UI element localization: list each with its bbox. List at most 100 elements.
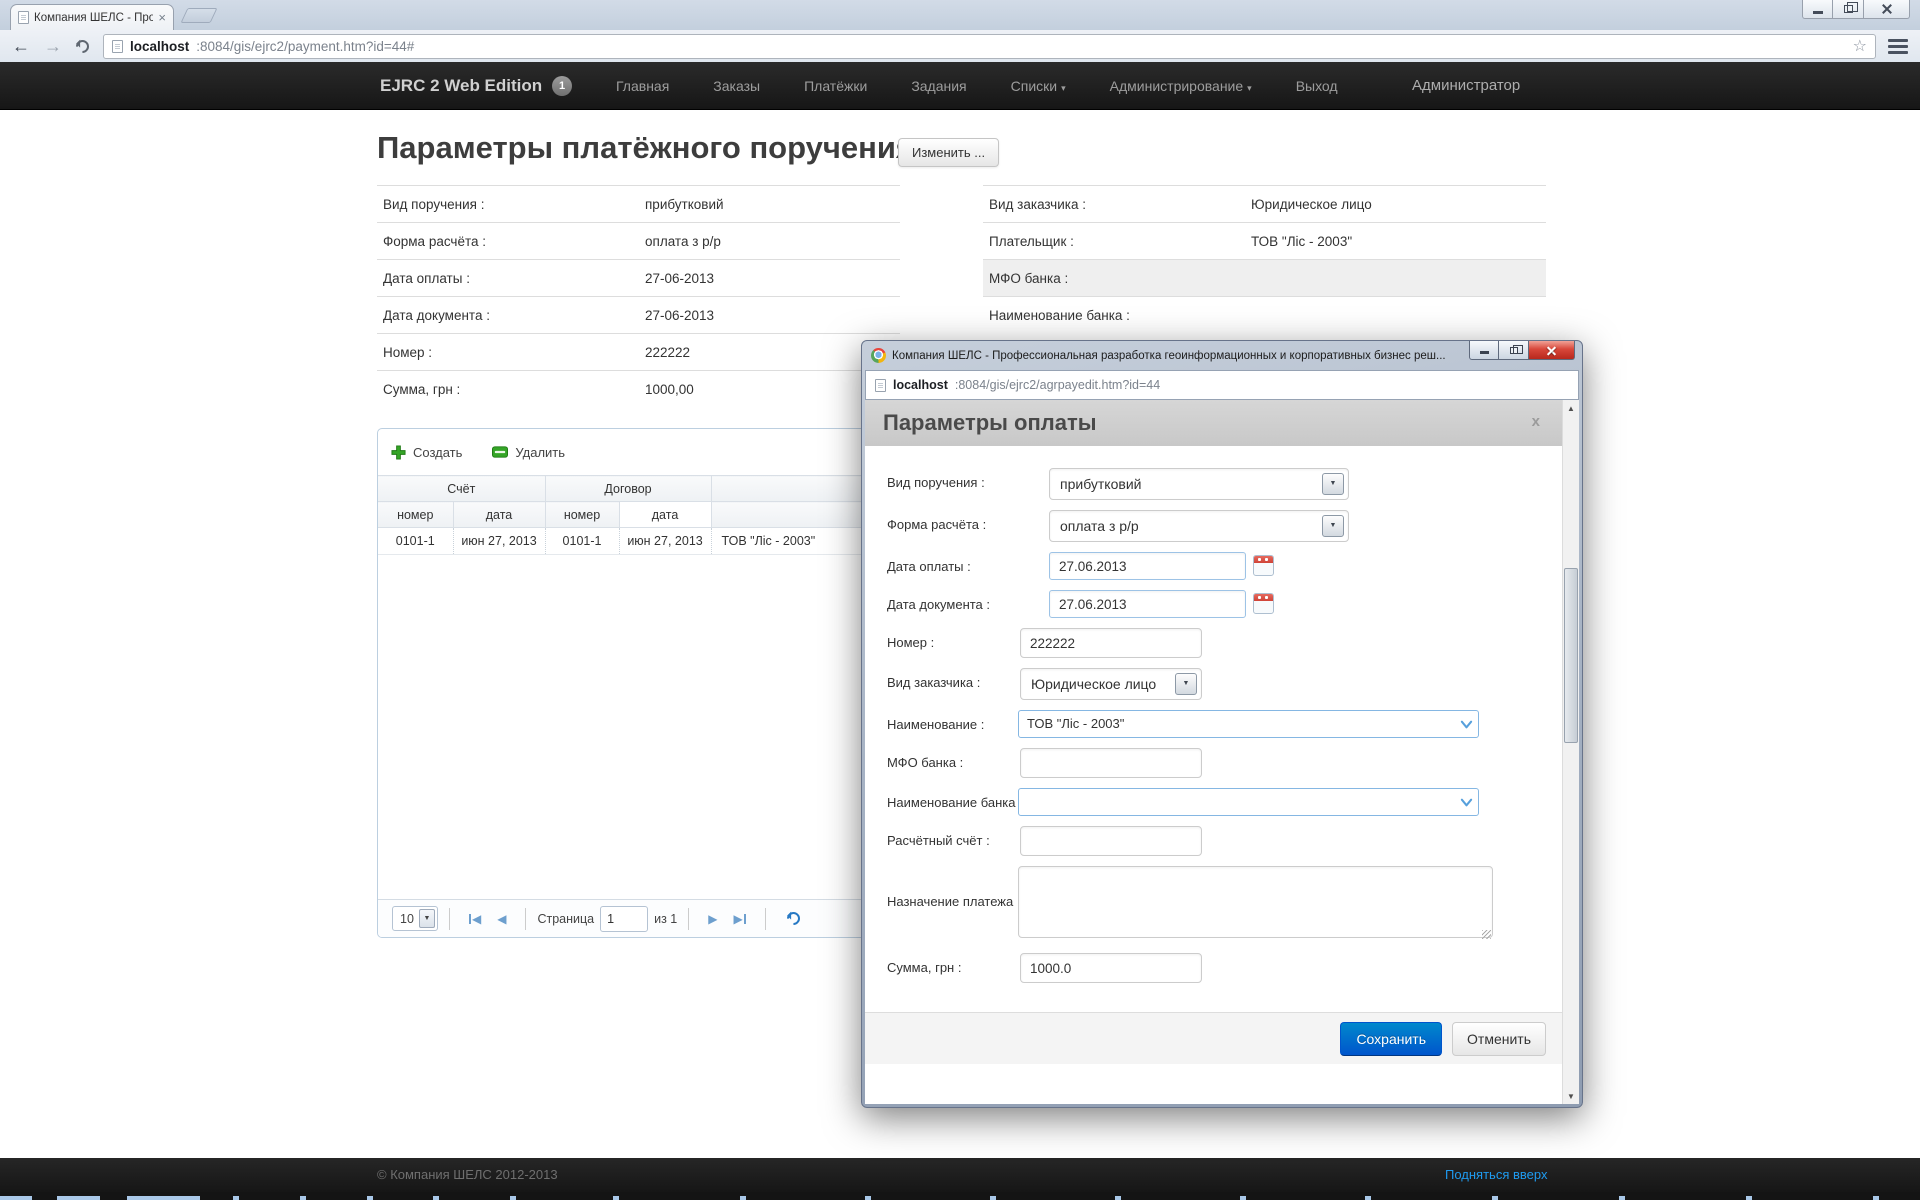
nomer-input[interactable] bbox=[1020, 628, 1202, 658]
forward-icon[interactable]: → bbox=[44, 37, 62, 55]
cancel-button[interactable]: Отменить bbox=[1452, 1022, 1546, 1056]
field-mfo-banka: МФО банка : bbox=[887, 748, 1562, 778]
modal-close-icon[interactable]: x bbox=[1532, 414, 1540, 429]
dropdown-arrow-icon[interactable]: ▼ bbox=[419, 909, 435, 928]
taskbar-window-edge bbox=[0, 1196, 32, 1200]
popup-url-bar[interactable]: localhost :8084/gis/ejrc2/agrpayedit.htm… bbox=[865, 370, 1579, 400]
page-icon bbox=[875, 379, 886, 392]
naimenovanie-combobox[interactable]: ТОВ "Ліс - 2003" bbox=[1018, 710, 1479, 738]
taskbar-window-edge bbox=[613, 1196, 619, 1200]
forma-rascheta-select[interactable]: оплата з р/р ▼ bbox=[1049, 510, 1349, 542]
taskbar-window-edge bbox=[990, 1196, 996, 1200]
restore-icon bbox=[1510, 347, 1518, 354]
window-controls bbox=[1802, 0, 1910, 19]
dropdown-arrow-button[interactable]: ▼ bbox=[1175, 673, 1197, 695]
page-size-select[interactable]: 10 ▼ bbox=[392, 906, 438, 931]
delete-button[interactable]: Удалить bbox=[492, 445, 565, 460]
mfo-banka-input[interactable] bbox=[1020, 748, 1202, 778]
raschetny-schet-input[interactable] bbox=[1020, 826, 1202, 856]
popup-minimize-button[interactable] bbox=[1469, 341, 1499, 360]
taskbar-window-edge bbox=[233, 1196, 239, 1200]
naimenovanie-banka-combobox[interactable] bbox=[1018, 788, 1479, 816]
divider bbox=[449, 908, 450, 930]
nav-item-zakazy[interactable]: Заказы bbox=[691, 62, 782, 112]
bookmark-star-icon[interactable]: ☆ bbox=[1853, 36, 1867, 56]
app-navbar: EJRC 2 Web Edition 1 Главная Заказы Плат… bbox=[0, 62, 1920, 110]
nav-item-spiski[interactable]: Списки▾ bbox=[989, 62, 1088, 112]
nav-item-vykhod[interactable]: Выход bbox=[1274, 62, 1360, 112]
tab-close-icon[interactable]: × bbox=[158, 11, 166, 24]
window-minimize-button[interactable] bbox=[1802, 0, 1833, 19]
data-oplaty-input[interactable] bbox=[1049, 552, 1246, 580]
first-page-button[interactable]: ◀ bbox=[469, 912, 481, 926]
page-number-input[interactable] bbox=[600, 906, 648, 932]
last-page-button[interactable]: ▶ bbox=[734, 912, 746, 926]
taskbar-window-edge bbox=[1619, 1196, 1625, 1200]
modal-title: Параметры оплаты bbox=[865, 400, 1562, 446]
column-group-schet[interactable]: Счёт bbox=[378, 476, 545, 502]
detail-row: Наименование банка : bbox=[983, 296, 1546, 333]
taskbar-window-edge bbox=[510, 1196, 516, 1200]
chevron-down-icon[interactable] bbox=[1460, 718, 1473, 731]
detail-row: Сумма, грн :1000,00 bbox=[377, 370, 900, 407]
naznachenie-platezha-textarea[interactable] bbox=[1018, 866, 1493, 938]
popup-close-button[interactable] bbox=[1529, 341, 1575, 360]
divider bbox=[765, 908, 766, 930]
taskbar-window-edge bbox=[367, 1196, 373, 1200]
popup-scrollbar[interactable]: ▲ ▼ bbox=[1562, 400, 1579, 1104]
create-button[interactable]: Создать bbox=[391, 445, 462, 460]
calendar-icon[interactable] bbox=[1253, 555, 1274, 576]
page-favicon-icon bbox=[18, 11, 29, 24]
column-header-data[interactable]: дата bbox=[453, 502, 545, 528]
detail-row: Дата оплаты :27-06-2013 bbox=[377, 259, 900, 296]
brand[interactable]: EJRC 2 Web Edition bbox=[380, 62, 542, 110]
vid-zakazchika-select[interactable]: Юридическое лицо ▼ bbox=[1020, 668, 1202, 700]
browser-tab[interactable]: Компания ШЕЛС - Проф × bbox=[10, 4, 174, 30]
scrollbar-thumb[interactable] bbox=[1564, 568, 1578, 743]
column-group-dogovor[interactable]: Договор bbox=[545, 476, 711, 502]
popup-restore-button[interactable] bbox=[1499, 341, 1529, 360]
calendar-icon[interactable] bbox=[1253, 593, 1274, 614]
taskbar-window-edge bbox=[1492, 1196, 1498, 1200]
refresh-icon[interactable] bbox=[784, 909, 802, 927]
window-restore-button[interactable] bbox=[1833, 0, 1864, 19]
back-icon[interactable]: ← bbox=[12, 37, 30, 55]
vid-porucheniya-select[interactable]: прибутковий ▼ bbox=[1049, 468, 1349, 500]
column-header-data2[interactable]: дата bbox=[619, 502, 711, 528]
summa-input[interactable] bbox=[1020, 953, 1202, 983]
url-bar[interactable]: localhost :8084/gis/ejrc2/payment.htm?id… bbox=[103, 34, 1876, 59]
field-nomer: Номер : bbox=[887, 628, 1562, 658]
taskbar-window-edge bbox=[57, 1196, 100, 1200]
divider bbox=[525, 908, 526, 930]
taskbar-window-edge bbox=[1746, 1196, 1752, 1200]
nav-item-zadaniya[interactable]: Задания bbox=[889, 62, 988, 112]
scroll-up-icon[interactable]: ▲ bbox=[1563, 400, 1579, 416]
edit-button[interactable]: Изменить ... bbox=[898, 138, 999, 167]
chevron-down-icon: ▾ bbox=[1247, 83, 1252, 93]
detail-row: Вид заказчика :Юридическое лицо bbox=[983, 185, 1546, 222]
field-naznachenie-platezha: Назначение платежа : bbox=[887, 866, 1562, 943]
payment-details-right: Вид заказчика :Юридическое лицо Плательщ… bbox=[983, 185, 1546, 333]
chevron-down-icon[interactable] bbox=[1460, 796, 1473, 809]
column-header-nomer2[interactable]: номер bbox=[545, 502, 619, 528]
chrome-menu-icon[interactable] bbox=[1888, 39, 1908, 54]
taskbar-window-edge bbox=[300, 1196, 306, 1200]
dropdown-arrow-button[interactable]: ▼ bbox=[1322, 473, 1344, 495]
back-to-top-link[interactable]: Подняться вверх bbox=[1445, 1158, 1547, 1192]
column-header-nomer[interactable]: номер bbox=[378, 502, 453, 528]
data-dokumenta-input[interactable] bbox=[1049, 590, 1246, 618]
prev-page-button[interactable]: ◀ bbox=[497, 912, 506, 926]
window-close-button[interactable] bbox=[1864, 0, 1910, 19]
next-page-button[interactable]: ▶ bbox=[708, 912, 717, 926]
taskbar-window-edge bbox=[433, 1196, 439, 1200]
nav-item-glavnaya[interactable]: Главная bbox=[594, 62, 691, 112]
url-host: localhost bbox=[130, 39, 189, 54]
tab-title: Компания ШЕЛС - Проф bbox=[34, 12, 153, 24]
reload-icon[interactable] bbox=[73, 37, 91, 55]
nav-item-platezhki[interactable]: Платёжки bbox=[782, 62, 889, 112]
nav-item-administrirovanie[interactable]: Администрирование▾ bbox=[1088, 62, 1274, 112]
new-tab-button[interactable] bbox=[181, 8, 218, 23]
save-button[interactable]: Сохранить bbox=[1340, 1022, 1442, 1056]
scroll-down-icon[interactable]: ▼ bbox=[1563, 1088, 1579, 1104]
dropdown-arrow-button[interactable]: ▼ bbox=[1322, 515, 1344, 537]
